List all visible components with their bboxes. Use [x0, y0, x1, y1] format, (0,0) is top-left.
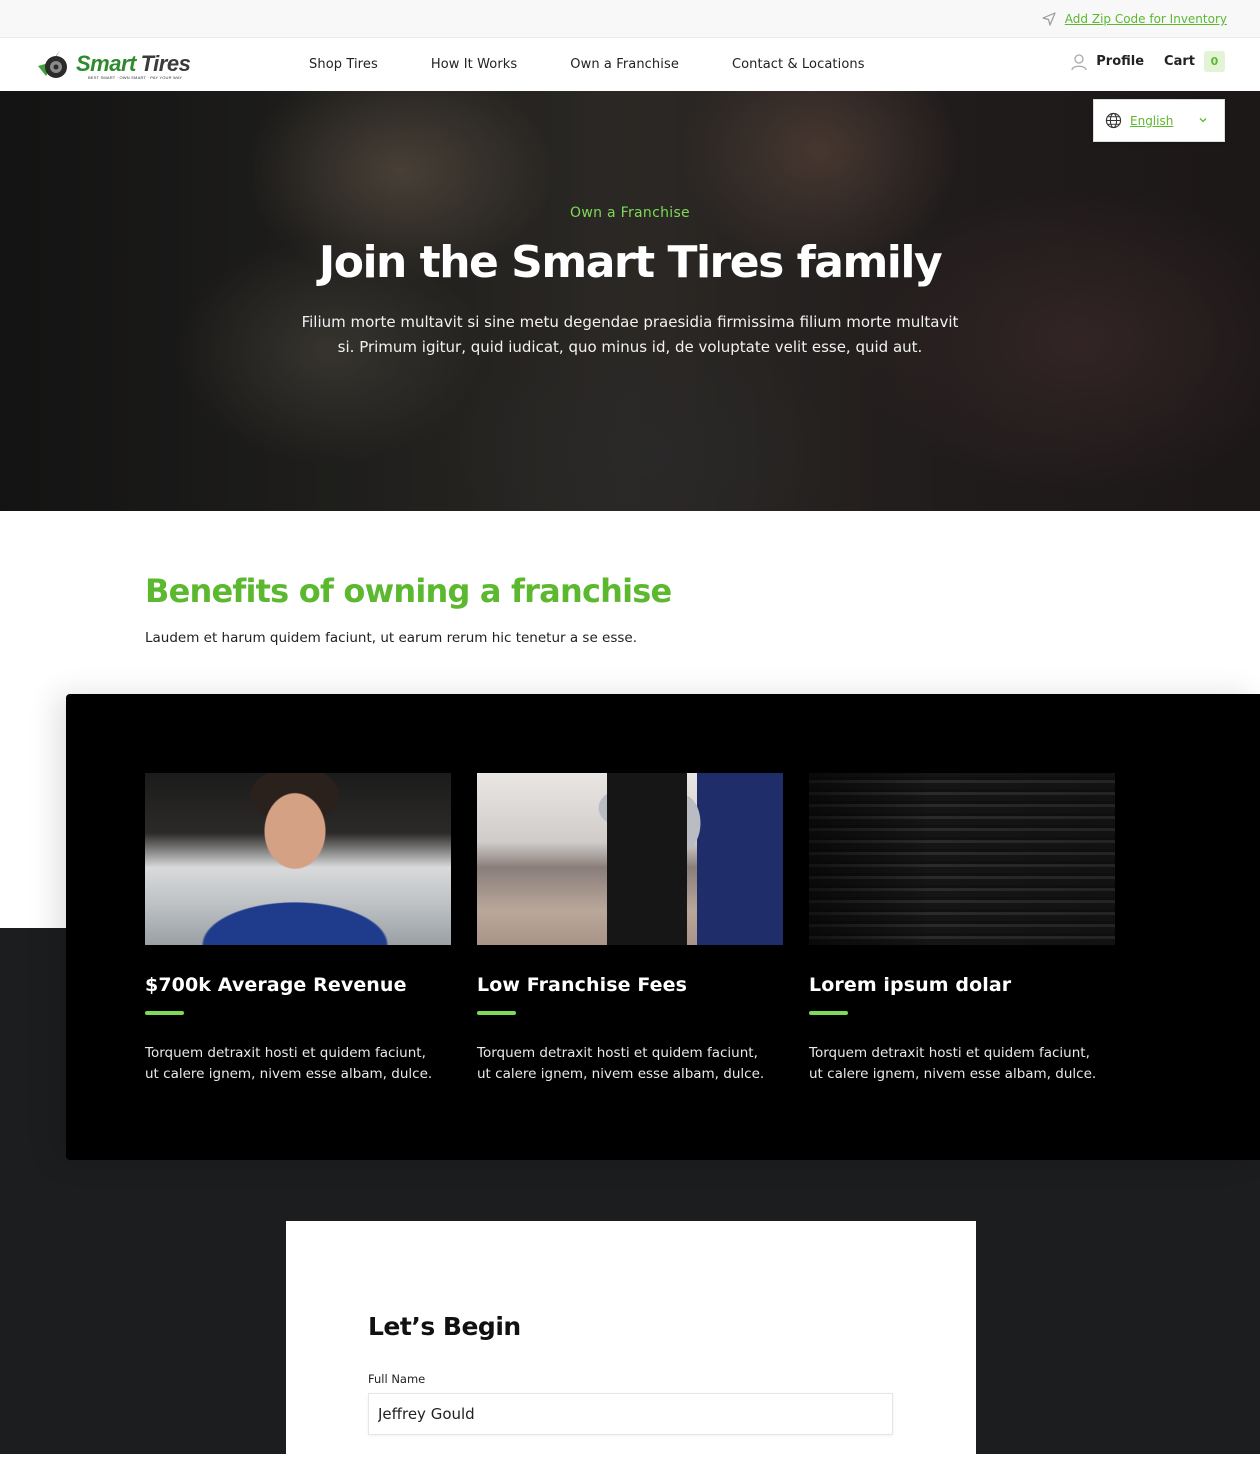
tire-handling-image: [477, 773, 783, 945]
tire-logo-icon: [38, 50, 67, 78]
tire-stack-image: [809, 773, 1115, 945]
cart-count-badge: 0: [1204, 51, 1225, 72]
benefit-card-title: $700k Average Revenue: [145, 974, 407, 996]
hero-title: Join the Smart Tires family: [318, 237, 943, 288]
add-zip-code-label: Add Zip Code for Inventory: [1064, 12, 1227, 26]
language-selected: English: [1130, 113, 1174, 128]
location-arrow-icon: [1042, 12, 1056, 26]
cart-link[interactable]: Cart 0: [1164, 51, 1225, 72]
language-selector[interactable]: English: [1093, 99, 1225, 142]
logo-word-smart: Smart: [76, 51, 136, 76]
benefit-card-text: Torquem detraxit hosti et quidem faciunt…: [809, 1045, 1097, 1082]
logo-tagline: BEST SMART · OWN SMART · PAY YOUR WAY: [88, 75, 183, 80]
green-divider: [477, 1011, 516, 1015]
nav-own-a-franchise[interactable]: Own a Franchise: [570, 57, 679, 72]
chevron-down-icon: [1199, 118, 1207, 123]
benefit-card: Low Franchise Fees Torquem detraxit host…: [477, 773, 783, 1085]
primary-nav: Shop Tires How It Works Own a Franchise …: [309, 57, 918, 72]
logo-word-tires: Tires: [140, 51, 191, 76]
account-nav: Profile Cart 0: [1070, 51, 1225, 72]
mechanic-image: [145, 773, 451, 945]
full-name-label: Full Name: [368, 1372, 426, 1386]
profile-link[interactable]: Profile: [1070, 53, 1144, 71]
form-title: Let’s Begin: [368, 1312, 521, 1341]
globe-icon: [1105, 112, 1122, 129]
add-zip-code-link[interactable]: Add Zip Code for Inventory: [1041, 11, 1227, 27]
full-name-input[interactable]: [368, 1393, 893, 1435]
nav-shop-tires[interactable]: Shop Tires: [309, 57, 378, 72]
nav-how-it-works[interactable]: How It Works: [431, 57, 517, 72]
smart-tires-logo[interactable]: Smart Tires BEST SMART · OWN SMART · PAY…: [36, 44, 196, 84]
benefit-card-text: Torquem detraxit hosti et quidem faciunt…: [477, 1045, 765, 1082]
franchise-form-card: Let’s Begin Full Name: [286, 1221, 976, 1461]
benefit-card-text: Torquem detraxit hosti et quidem faciunt…: [145, 1045, 433, 1082]
user-icon: [1071, 53, 1087, 70]
hero-description: Filium morte multavit si sine metu degen…: [301, 313, 959, 356]
main-navigation: Smart Tires BEST SMART · OWN SMART · PAY…: [0, 38, 1260, 91]
hero-content: Own a Franchise Join the Smart Tires fam…: [0, 91, 1260, 360]
benefit-card: $700k Average Revenue Torquem detraxit h…: [145, 773, 451, 1085]
profile-label: Profile: [1096, 54, 1145, 69]
hero-banner: Own a Franchise Join the Smart Tires fam…: [0, 91, 1260, 511]
hero-eyebrow: Own a Franchise: [570, 205, 690, 221]
benefits-heading: Benefits of owning a franchise: [145, 572, 672, 610]
benefit-card-title: Low Franchise Fees: [477, 974, 688, 996]
benefit-card-title: Lorem ipsum dolar: [809, 974, 1012, 996]
green-divider: [145, 1011, 184, 1015]
benefit-card: Lorem ipsum dolar Torquem detraxit hosti…: [809, 773, 1115, 1085]
cart-label: Cart: [1164, 54, 1195, 69]
green-divider: [809, 1011, 848, 1015]
benefits-subtitle: Laudem et harum quidem faciunt, ut earum…: [145, 630, 638, 646]
nav-contact-locations[interactable]: Contact & Locations: [732, 57, 865, 72]
utility-bar: Add Zip Code for Inventory: [0, 0, 1260, 38]
logo-wordmark: Smart Tires: [76, 51, 191, 76]
